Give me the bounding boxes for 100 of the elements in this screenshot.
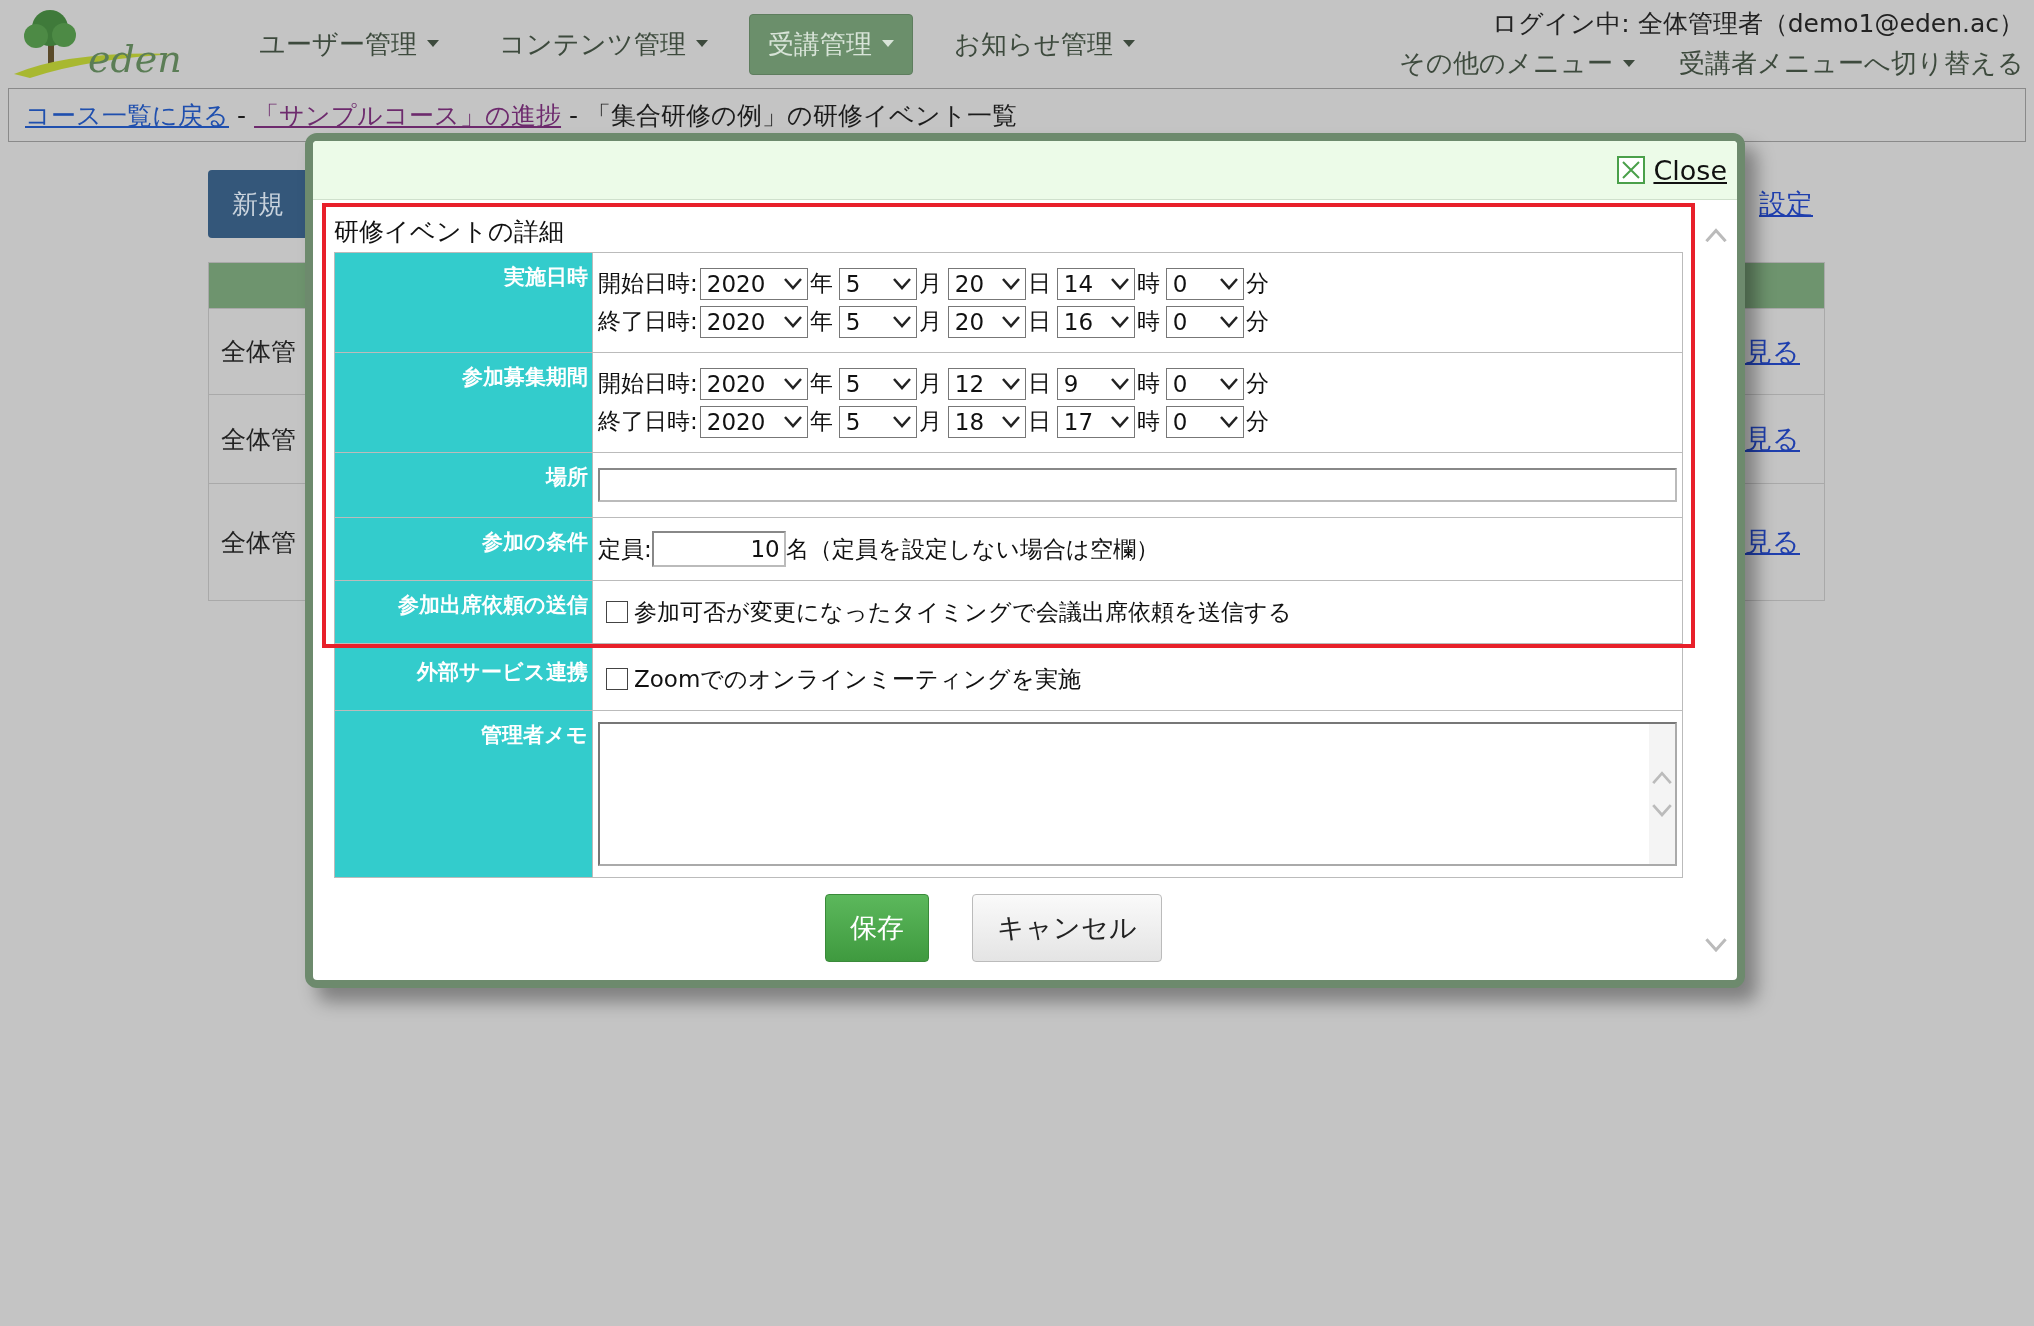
datetime-label: 開始日時:	[598, 269, 698, 298]
close-link[interactable]: Close	[1617, 154, 1727, 186]
dropdown[interactable]: 20	[947, 267, 1026, 300]
view-link[interactable]: 見る	[1745, 421, 1800, 457]
unit-label: 年	[809, 307, 833, 336]
dropdown[interactable]: 20	[947, 305, 1026, 338]
unit-label: 月	[918, 307, 942, 336]
chevron-down-icon	[1218, 377, 1239, 390]
dropdown[interactable]: 0	[1165, 305, 1244, 338]
chevron-down-icon	[891, 415, 912, 428]
field-label: 管理者メモ	[335, 711, 593, 877]
unit-label: 日	[1027, 407, 1051, 436]
unit-label: 分	[1245, 307, 1269, 336]
breadcrumb-link[interactable]: 「サンプルコース」の進捗	[254, 98, 562, 132]
view-link[interactable]: 見る	[1745, 333, 1800, 370]
chevron-down-icon	[782, 277, 803, 290]
datetime-label: 終了日時:	[598, 407, 698, 436]
dropdown[interactable]: 2020	[699, 405, 808, 438]
nav-menu[interactable]: お知らせ管理	[935, 13, 1154, 75]
chevron-up-icon	[1651, 770, 1673, 784]
checkbox[interactable]	[606, 601, 628, 623]
unit-label: 時	[1136, 269, 1160, 298]
table-cell-text: 全体管	[221, 336, 296, 368]
other-menu[interactable]: その他のメニュー	[1399, 46, 1635, 81]
field-prefix: 定員:	[598, 534, 652, 564]
table-cell-text: 全体管	[221, 423, 296, 456]
settings-link[interactable]: 設定	[1759, 186, 1813, 222]
datetime-label: 開始日時:	[598, 369, 698, 398]
dropdown[interactable]: 2020	[699, 367, 808, 400]
chevron-down-icon	[1000, 315, 1021, 328]
chevron-down-icon	[1704, 937, 1728, 952]
checkbox[interactable]	[606, 668, 628, 690]
chevron-down-icon	[1109, 377, 1130, 390]
unit-label: 月	[918, 269, 942, 298]
unit-label: 年	[809, 269, 833, 298]
chevron-down-icon	[782, 315, 803, 328]
chevron-down-icon	[1109, 277, 1130, 290]
close-icon	[1617, 156, 1646, 184]
chevron-down-icon	[891, 277, 912, 290]
chevron-down-icon	[1218, 415, 1239, 428]
dropdown[interactable]: 16	[1056, 305, 1135, 338]
chevron-down-icon	[782, 377, 803, 390]
unit-label: 分	[1245, 407, 1269, 436]
chevron-down-icon	[891, 315, 912, 328]
checkbox-label: Zoomでのオンラインミーティングを実施	[634, 664, 1082, 694]
dropdown[interactable]: 5	[838, 305, 917, 338]
unit-label: 日	[1027, 269, 1051, 298]
chevron-down-icon	[1651, 804, 1673, 818]
chevron-down-icon	[1109, 415, 1130, 428]
chevron-down-icon	[1000, 277, 1021, 290]
dropdown[interactable]: 9	[1056, 367, 1135, 400]
dropdown[interactable]: 0	[1165, 405, 1244, 438]
cancel-button[interactable]: キャンセル	[972, 894, 1162, 962]
table-cell-text: 全体管	[221, 526, 296, 559]
field-label: 外部サービス連携	[335, 648, 593, 710]
switch-menu-link[interactable]: 受講者メニューへ切り替える	[1679, 46, 2024, 81]
chevron-down-icon	[891, 377, 912, 390]
breadcrumb-text: -	[237, 100, 247, 130]
dropdown[interactable]: 5	[838, 405, 917, 438]
chevron-down-icon	[1000, 377, 1021, 390]
field-hint: 名（定員を設定しない場合は空欄）	[785, 534, 1159, 564]
view-link[interactable]: 見る	[1745, 524, 1800, 560]
breadcrumb-link[interactable]: コース一覧に戻る	[25, 98, 229, 132]
input-field[interactable]: 10	[651, 531, 786, 567]
caret-icon	[696, 40, 708, 48]
datetime-label: 終了日時:	[598, 307, 698, 336]
dropdown[interactable]: 12	[947, 367, 1026, 400]
unit-label: 月	[918, 407, 942, 436]
unit-label: 月	[918, 369, 942, 398]
nav-menu[interactable]: ユーザー管理	[240, 13, 458, 75]
field-label: 参加の条件	[335, 518, 593, 580]
unit-label: 日	[1027, 369, 1051, 398]
dropdown[interactable]: 5	[838, 367, 917, 400]
breadcrumb-text: - 「集合研修の例」の研修イベント一覧	[569, 99, 1017, 132]
unit-label: 時	[1136, 307, 1160, 336]
caret-icon	[427, 40, 439, 48]
caret-icon	[1123, 40, 1135, 48]
dropdown[interactable]: 17	[1056, 405, 1135, 438]
unit-label: 時	[1136, 369, 1160, 398]
dropdown[interactable]: 14	[1056, 267, 1135, 300]
unit-label: 日	[1027, 307, 1051, 336]
dropdown[interactable]: 2020	[699, 267, 808, 300]
dropdown[interactable]: 18	[947, 405, 1026, 438]
unit-label: 分	[1245, 369, 1269, 398]
nav-menu[interactable]: コンテンツ管理	[480, 13, 727, 75]
chevron-down-icon	[1218, 277, 1239, 290]
dropdown[interactable]: 0	[1165, 267, 1244, 300]
login-status: ログイン中: 全体管理者（demo1@eden.ac）	[1492, 8, 2024, 40]
chevron-down-icon	[1000, 415, 1021, 428]
chevron-down-icon	[1218, 315, 1239, 328]
unit-label: 年	[809, 407, 833, 436]
field-label: 参加出席依頼の送信	[335, 581, 593, 643]
dropdown[interactable]: 0	[1165, 367, 1244, 400]
field-label: 参加募集期間	[335, 353, 593, 452]
input-field[interactable]	[598, 468, 1677, 502]
field-label: 実施日時	[335, 253, 593, 352]
caret-icon	[1623, 59, 1635, 68]
dropdown[interactable]: 2020	[699, 305, 808, 338]
dropdown[interactable]: 5	[838, 267, 917, 300]
unit-label: 時	[1136, 407, 1160, 436]
